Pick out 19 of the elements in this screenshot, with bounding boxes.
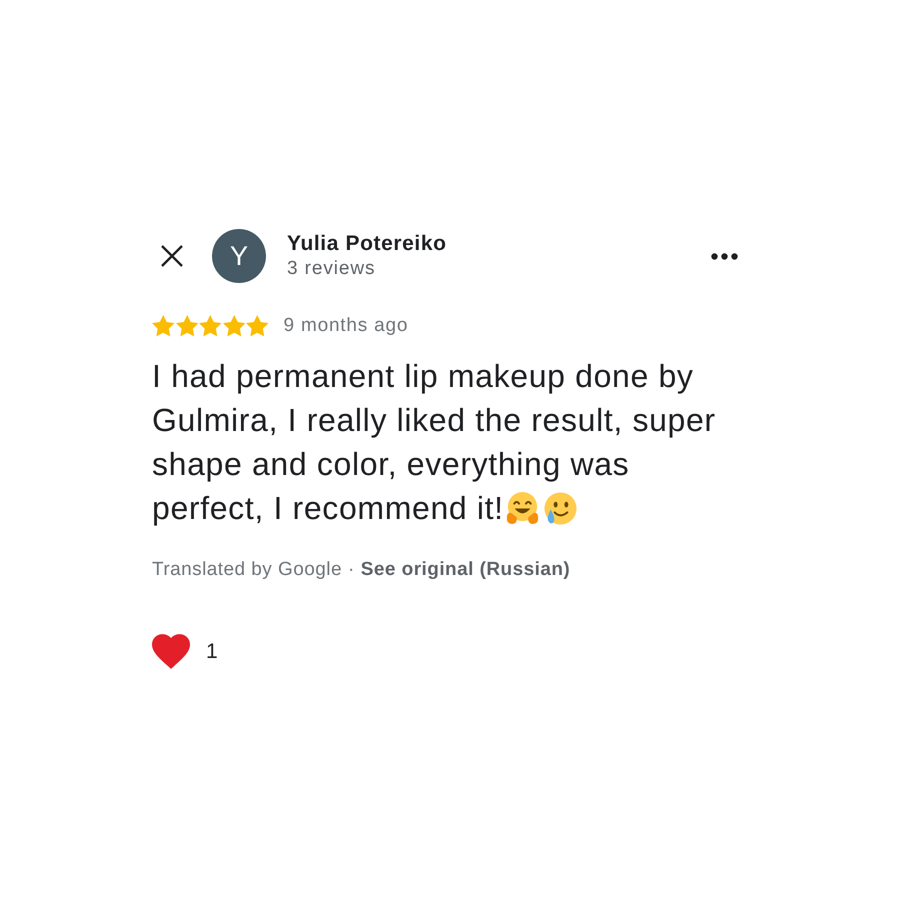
heart-icon[interactable]: [152, 634, 190, 669]
star-icon: [199, 315, 222, 337]
review-date: 9 months ago: [284, 314, 408, 338]
star-icon: [222, 315, 245, 337]
hugging-face-icon: [504, 491, 540, 526]
translation-note: Translated by Google: [152, 558, 342, 582]
author-name[interactable]: Yulia Potereiko: [287, 231, 447, 257]
avatar-initial[interactable]: Y: [212, 229, 266, 283]
smiling-face-with-tear-icon: [542, 491, 578, 526]
reaction-count: 1: [206, 638, 218, 664]
separator-dot: ·: [348, 558, 355, 582]
star-icon: [246, 315, 268, 337]
star-icon: [152, 315, 174, 337]
star-icon: [176, 315, 198, 337]
more-icon: [710, 252, 738, 260]
review-count: 3 reviews: [287, 257, 376, 281]
review-text: I had permanent lip makeup done by Gulmira, I really liked the result, super shape and color, everything was perfect, I recommend it!: [152, 358, 716, 526]
close-icon: [161, 245, 183, 267]
see-original-link[interactable]: See original (Russian): [360, 558, 570, 582]
